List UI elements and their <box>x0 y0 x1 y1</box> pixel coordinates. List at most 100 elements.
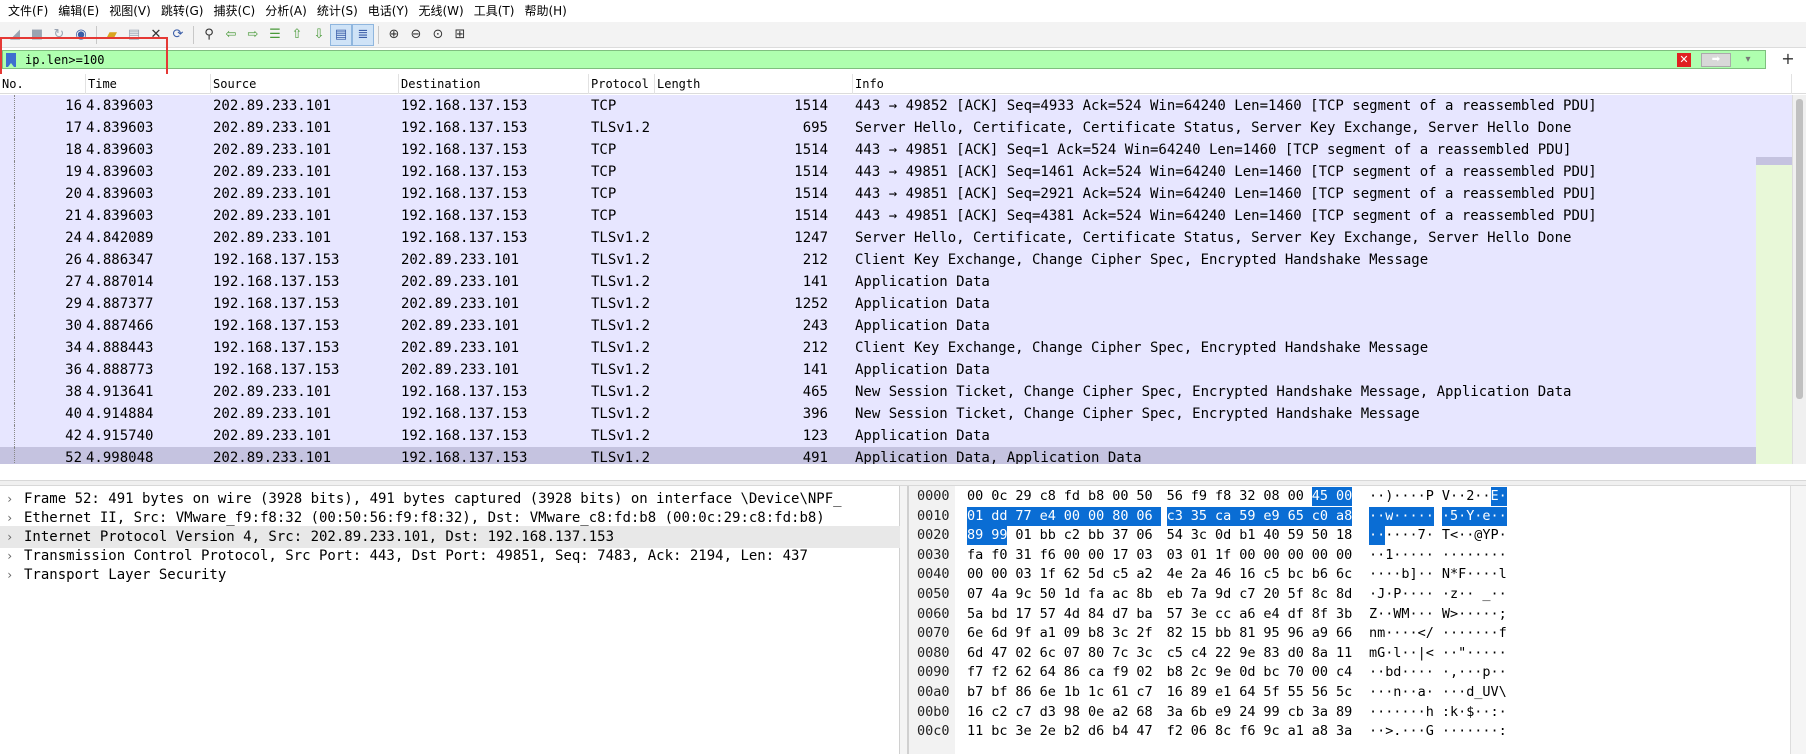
apply-filter-button[interactable]: ➡ <box>1701 53 1731 67</box>
ascii-char[interactable]: $ <box>1466 703 1474 722</box>
ascii-char[interactable]: · <box>1482 565 1490 584</box>
hex-byte[interactable]: 40 <box>1263 526 1279 545</box>
hex-byte[interactable]: 08 <box>1263 487 1279 506</box>
packet-row[interactable]: 30 4.887466 192.168.137.153 202.89.233.101 T… <box>0 315 1756 337</box>
hex-byte[interactable]: ac <box>1112 585 1128 604</box>
ascii-char[interactable]: 7 <box>1418 526 1426 545</box>
hex-byte[interactable]: 8c <box>1215 722 1231 741</box>
hex-byte[interactable]: 6b <box>1191 703 1207 722</box>
ascii-char[interactable]: E <box>1490 487 1499 506</box>
hex-byte[interactable]: 03 <box>1136 546 1152 565</box>
hex-byte[interactable]: 86 <box>1015 683 1031 702</box>
ascii-char[interactable]: · <box>1426 565 1434 584</box>
hex-byte[interactable]: 11 <box>967 722 983 741</box>
hex-byte[interactable]: ca <box>1088 663 1104 682</box>
ascii-char[interactable]: · <box>1401 663 1409 682</box>
hex-byte[interactable]: 06 <box>1136 526 1152 545</box>
ascii-char[interactable]: · <box>1491 585 1499 604</box>
hex-byte[interactable]: 6d <box>967 644 983 663</box>
ascii-char[interactable]: a <box>1418 683 1426 702</box>
hex-byte[interactable]: 3a <box>1336 722 1352 741</box>
ascii-char[interactable]: · <box>1474 703 1482 722</box>
menu-item[interactable]: 无线(W) <box>417 0 472 22</box>
ascii-char[interactable]: P <box>1426 487 1434 506</box>
ascii-char[interactable]: · <box>1393 624 1401 643</box>
ascii-char[interactable]: · <box>1458 722 1466 741</box>
ascii-char[interactable]: · <box>1474 663 1482 682</box>
hex-byte[interactable]: 29 <box>1015 487 1031 506</box>
ascii-char[interactable]: : <box>1499 722 1507 741</box>
hex-byte[interactable]: 45 <box>1311 487 1337 506</box>
hex-byte[interactable]: 95 <box>1263 624 1279 643</box>
hex-byte[interactable]: 3e <box>1015 722 1031 741</box>
hex-byte[interactable]: 6e <box>1040 683 1056 702</box>
hex-byte[interactable]: 8c <box>1312 585 1328 604</box>
hex-byte[interactable]: f9 <box>1112 663 1128 682</box>
ascii-char[interactable]: · <box>1474 506 1483 526</box>
open-file-icon[interactable]: ▰ <box>101 24 123 46</box>
ascii-char[interactable]: · <box>1377 722 1385 741</box>
colorize-icon[interactable]: ≣ <box>352 23 374 46</box>
ascii-char[interactable]: · <box>1491 644 1499 663</box>
ascii-char[interactable]: · <box>1401 683 1409 702</box>
hex-byte[interactable]: 55 <box>1288 683 1304 702</box>
ascii-char[interactable]: 1 <box>1385 546 1393 565</box>
ascii-char[interactable]: · <box>1418 546 1426 565</box>
hex-byte[interactable]: 3c <box>1112 624 1128 643</box>
hex-byte[interactable]: 50 <box>1040 585 1056 604</box>
hex-byte[interactable]: cb <box>1288 703 1304 722</box>
ascii-char[interactable]: · <box>1410 683 1418 702</box>
ascii-char[interactable]: · <box>1369 546 1377 565</box>
clear-filter-icon[interactable]: ✕ <box>1677 53 1691 67</box>
hex-byte[interactable]: bc <box>1288 565 1304 584</box>
packet-row[interactable]: 16 4.839603 202.89.233.101 192.168.137.153 T… <box>0 95 1756 117</box>
ascii-char[interactable]: · <box>1450 624 1458 643</box>
ascii-char[interactable]: · <box>1491 565 1499 584</box>
hex-byte[interactable]: 20 <box>1263 585 1279 604</box>
hex-byte[interactable]: 02 <box>1136 663 1152 682</box>
ascii-char[interactable]: · <box>1490 506 1499 526</box>
hex-byte[interactable]: 59 <box>1288 526 1304 545</box>
hex-byte[interactable]: 89 <box>1191 683 1207 702</box>
ascii-char[interactable]: · <box>1377 703 1385 722</box>
ascii-char[interactable]: · <box>1385 605 1393 624</box>
ascii-char[interactable]: P <box>1393 585 1401 604</box>
packet-row[interactable]: 21 4.839603 202.89.233.101 192.168.137.153 T… <box>0 205 1756 227</box>
ascii-char[interactable]: G <box>1377 644 1385 663</box>
hex-byte[interactable]: 8a <box>1312 644 1328 663</box>
ascii-char[interactable]: · <box>1418 722 1426 741</box>
hex-byte[interactable]: 89 <box>967 526 992 546</box>
hex-byte[interactable]: 00 <box>1288 487 1304 506</box>
hex-byte[interactable]: 01 <box>967 506 992 526</box>
ascii-char[interactable]: b <box>1401 565 1409 584</box>
hex-byte[interactable]: c5 <box>1263 565 1279 584</box>
hex-byte[interactable]: 2c <box>1191 663 1207 682</box>
ascii-char[interactable]: · <box>1466 526 1474 545</box>
ascii-char[interactable]: · <box>1393 703 1401 722</box>
ascii-char[interactable]: · <box>1410 663 1418 682</box>
hex-byte[interactable]: 03 <box>1015 565 1031 584</box>
hex-byte[interactable]: 03 <box>1167 546 1183 565</box>
ascii-char[interactable]: · <box>1450 683 1458 702</box>
ascii-char[interactable]: m <box>1377 624 1385 643</box>
hex-byte[interactable]: b4 <box>1112 722 1128 741</box>
ascii-char[interactable]: W <box>1393 605 1401 624</box>
ascii-char[interactable]: · <box>1418 487 1426 506</box>
hex-byte[interactable]: 6c <box>1336 565 1352 584</box>
hex-byte[interactable]: a8 <box>1312 722 1328 741</box>
hex-byte[interactable]: 24 <box>1239 703 1255 722</box>
ascii-char[interactable]: \ <box>1499 683 1507 702</box>
pane-splitter-vertical[interactable] <box>900 486 908 754</box>
hex-byte[interactable]: 32 <box>1239 487 1255 506</box>
packet-row[interactable]: 34 4.888443 192.168.137.153 202.89.233.101 T… <box>0 337 1756 359</box>
hex-byte[interactable]: bd <box>991 605 1007 624</box>
ascii-char[interactable]: · <box>1474 605 1482 624</box>
hex-byte[interactable]: d7 <box>1112 605 1128 624</box>
ascii-char[interactable]: 5 <box>1450 506 1459 526</box>
hex-byte[interactable]: 17 <box>1015 605 1031 624</box>
ascii-char[interactable]: · <box>1474 487 1482 506</box>
hex-byte[interactable]: f7 <box>967 663 983 682</box>
hex-byte[interactable]: 81 <box>1239 624 1255 643</box>
ascii-char[interactable]: · <box>1377 565 1385 584</box>
ascii-char[interactable]: · <box>1458 506 1467 526</box>
